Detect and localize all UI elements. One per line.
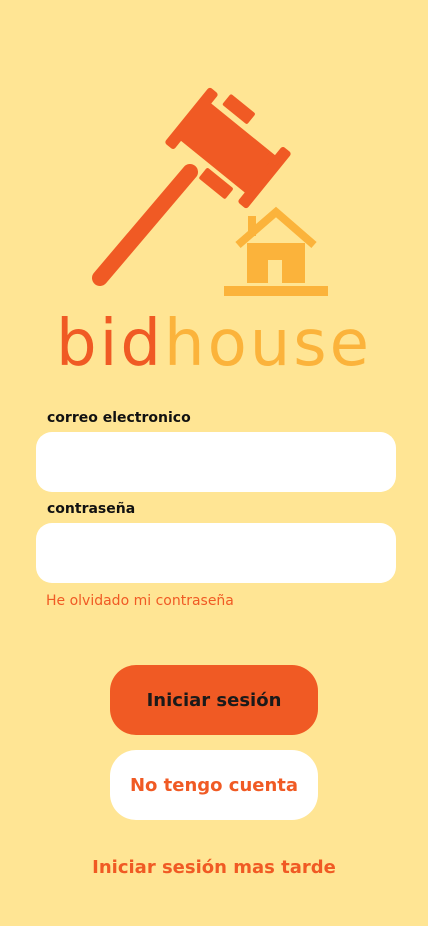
login-button[interactable]: Iniciar sesión bbox=[110, 665, 318, 735]
brand-name-bid: bid bbox=[55, 307, 165, 381]
forgot-password-link[interactable]: He olvidado mi contraseña bbox=[46, 593, 234, 609]
brand-name-house: house bbox=[164, 307, 373, 381]
password-field[interactable] bbox=[36, 523, 396, 583]
register-button[interactable]: No tengo cuenta bbox=[110, 750, 318, 820]
login-later-link[interactable]: Iniciar sesión mas tarde bbox=[0, 857, 428, 878]
password-label: contraseña bbox=[47, 501, 136, 517]
brand-wordmark: bidhouse bbox=[0, 304, 428, 384]
email-field[interactable] bbox=[36, 432, 396, 492]
email-label: correo electronico bbox=[47, 410, 191, 426]
house-icon bbox=[224, 206, 328, 296]
